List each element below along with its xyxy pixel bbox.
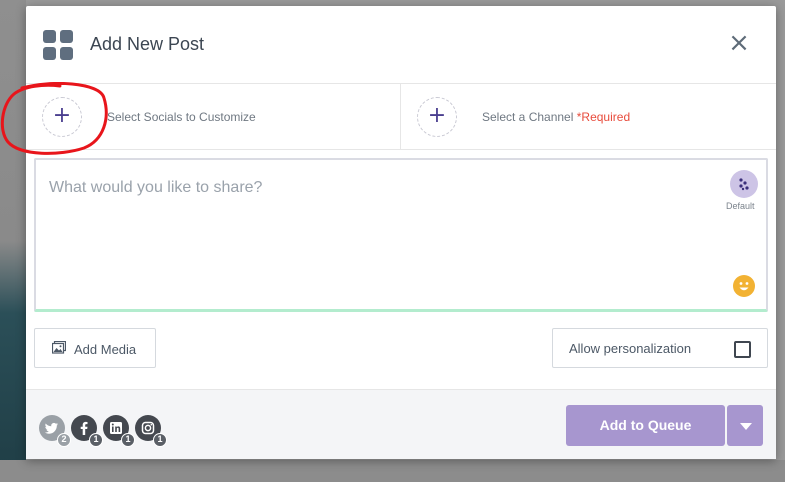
- facebook-icon[interactable]: 1: [71, 415, 103, 447]
- close-icon[interactable]: ×: [726, 30, 752, 56]
- emoji-picker-icon[interactable]: [733, 275, 755, 297]
- modal-header: Add New Post ×: [26, 6, 776, 84]
- allow-personalization-label: Allow personalization: [569, 341, 692, 356]
- add-to-queue-button[interactable]: Add to Queue: [566, 405, 725, 446]
- add-post-modal: Add New Post × + Select Socials to Custo…: [0, 6, 776, 459]
- default-label: Default: [726, 201, 755, 211]
- chevron-down-icon: [740, 423, 752, 430]
- allow-personalization-toggle[interactable]: Allow personalization: [552, 328, 768, 368]
- add-media-button[interactable]: Add Media: [34, 328, 156, 368]
- select-channel-label[interactable]: Select a Channel *Required: [482, 110, 630, 124]
- add-channel-button[interactable]: +: [417, 97, 457, 137]
- instagram-count: 1: [153, 433, 167, 447]
- modal-footer: 2 1 1 1 Add to Queue: [26, 389, 776, 459]
- select-channel-text: Select a Channel: [482, 110, 574, 124]
- select-socials-label[interactable]: Select Socials to Customize: [107, 110, 256, 124]
- post-composer[interactable]: What would you like to share? Default: [34, 158, 768, 312]
- selector-divider: [400, 84, 401, 150]
- twitter-count: 2: [57, 433, 71, 447]
- allow-personalization-checkbox[interactable]: [734, 341, 751, 358]
- add-socials-button[interactable]: +: [42, 97, 82, 137]
- queue-options-dropdown[interactable]: [727, 405, 763, 446]
- twitter-icon[interactable]: 2: [39, 415, 71, 447]
- required-marker: *Required: [576, 110, 631, 124]
- composer-placeholder: What would you like to share?: [49, 179, 263, 196]
- default-profile-icon[interactable]: [730, 170, 758, 198]
- linkedin-icon[interactable]: 1: [103, 415, 135, 447]
- grid-app-icon: [43, 30, 73, 60]
- instagram-icon[interactable]: 1: [135, 415, 167, 447]
- add-media-label: Add Media: [74, 342, 137, 357]
- page-backdrop-bottom: [0, 460, 785, 482]
- linkedin-count: 1: [121, 433, 135, 447]
- modal-title: Add New Post: [90, 34, 205, 54]
- image-icon: [52, 341, 66, 354]
- facebook-count: 1: [89, 433, 103, 447]
- page-backdrop-left: [0, 0, 26, 482]
- post-target-selectors: + Select Socials to Customize + Select a…: [26, 84, 776, 150]
